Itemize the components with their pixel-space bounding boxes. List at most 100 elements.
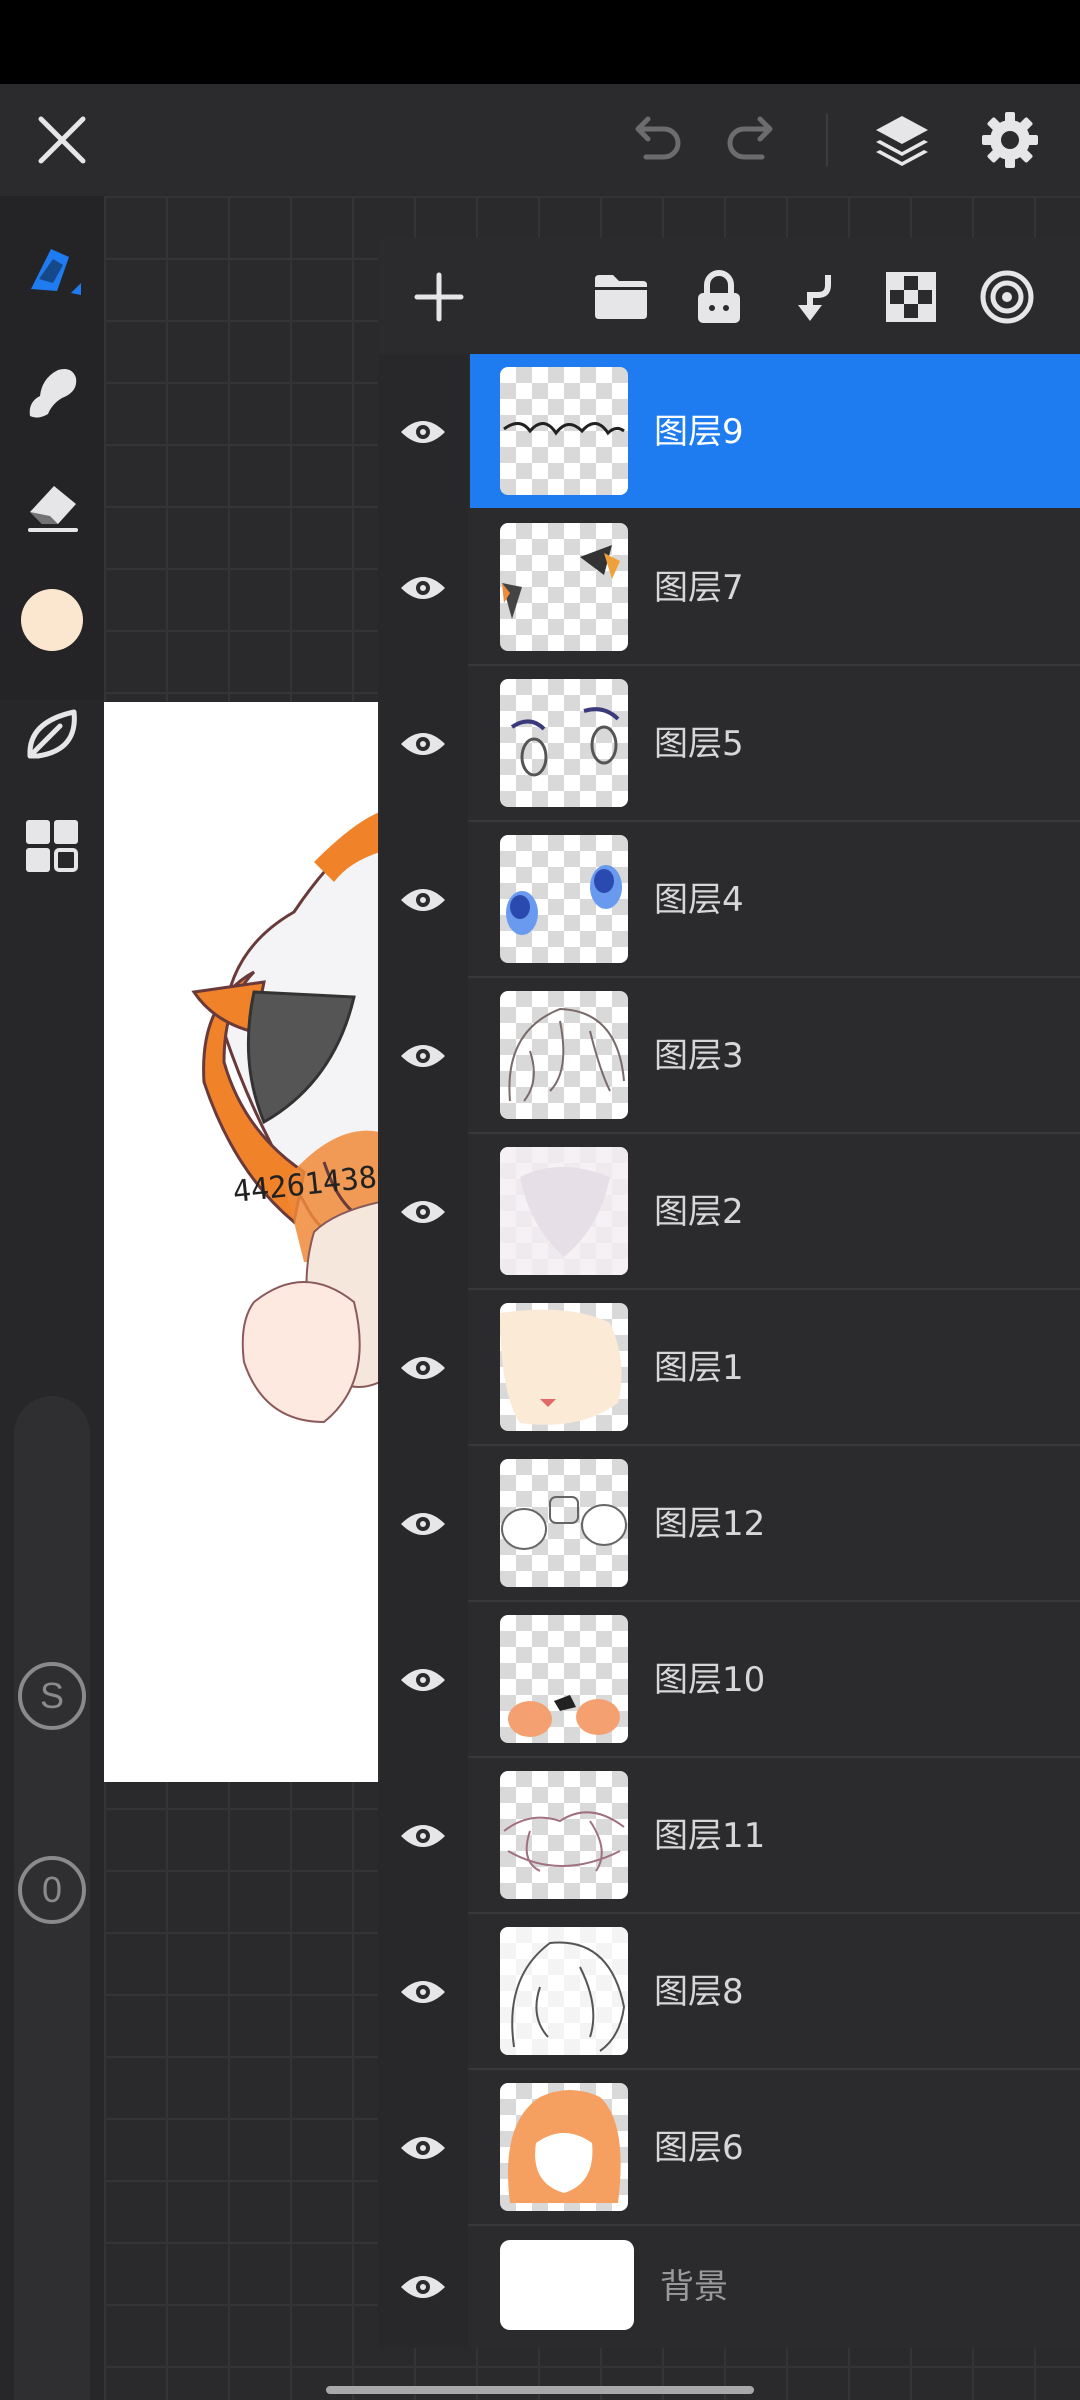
tool-rail: S 0 xyxy=(0,196,104,2400)
eye-icon xyxy=(401,1981,445,2003)
home-indicator[interactable] xyxy=(326,2386,754,2394)
thumb-sketch xyxy=(503,1811,625,1872)
gear-icon xyxy=(982,112,1038,168)
thumb-outline xyxy=(500,1927,628,2055)
eye-icon xyxy=(401,1357,445,1379)
folder-icon xyxy=(595,275,647,319)
current-color-swatch xyxy=(21,589,83,651)
layer-row[interactable]: 图层11 xyxy=(378,1758,1080,1914)
layer-name: 图层1 xyxy=(654,1348,744,1388)
brush-icon xyxy=(31,249,81,295)
eye-icon xyxy=(401,1513,445,1535)
layer-thumbnail xyxy=(500,835,628,963)
smudge-icon xyxy=(29,369,77,418)
merge-down-icon xyxy=(798,275,831,321)
brush-size-knob[interactable]: S xyxy=(18,1662,86,1730)
drawing-canvas[interactable]: 442614389 xyxy=(104,702,380,1782)
brush-tool[interactable] xyxy=(0,222,104,322)
close-button[interactable] xyxy=(12,84,112,196)
status-bar xyxy=(0,0,1080,84)
filter-tool[interactable] xyxy=(0,684,104,784)
eye-icon xyxy=(401,421,445,443)
layer-thumbnail xyxy=(500,523,628,651)
eye-icon xyxy=(401,1825,445,1847)
layer-thumbnail xyxy=(500,1147,628,1275)
merge-down-button[interactable] xyxy=(770,252,860,342)
layer-row[interactable]: 图层6 xyxy=(378,2070,1080,2226)
add-layer-button[interactable] xyxy=(394,252,484,342)
visibility-toggle[interactable] xyxy=(378,978,468,1134)
visibility-toggle[interactable] xyxy=(378,2070,468,2226)
thumb-hair-line xyxy=(508,1007,625,1102)
layer-row[interactable]: 图层12 xyxy=(378,1446,1080,1602)
layer-row[interactable]: 图层8 xyxy=(378,1914,1080,2070)
toolbar-separator xyxy=(826,114,828,166)
background-color-swatch[interactable] xyxy=(500,2240,634,2330)
background-layer-row[interactable]: 背景 xyxy=(378,2226,1080,2348)
layers-panel-header xyxy=(378,238,1080,354)
visibility-toggle[interactable] xyxy=(378,1290,468,1446)
layer-thumbnail xyxy=(500,1615,628,1743)
layers-button[interactable] xyxy=(852,84,952,196)
opacity-slider[interactable]: 0 xyxy=(14,1836,90,2400)
eye-icon xyxy=(401,1045,445,1067)
layer-row[interactable]: 图层1 xyxy=(378,1290,1080,1446)
checker-icon xyxy=(886,272,936,322)
layer-thumbnail xyxy=(500,1303,628,1431)
visibility-toggle[interactable] xyxy=(378,510,468,666)
eraser-tool[interactable] xyxy=(0,454,104,554)
layer-name: 背景 xyxy=(660,2267,728,2307)
add-group-button[interactable] xyxy=(576,252,666,342)
layer-name: 图层9 xyxy=(654,412,744,452)
thumb-paws-line xyxy=(501,1496,627,1550)
layer-row[interactable]: 图层10 xyxy=(378,1602,1080,1758)
radial-icon xyxy=(980,270,1034,324)
visibility-toggle[interactable] xyxy=(378,2226,468,2348)
layer-row[interactable]: 图层4 xyxy=(378,822,1080,978)
redo-icon xyxy=(727,116,773,160)
eye-icon xyxy=(401,733,445,755)
close-icon xyxy=(38,116,86,164)
add-icon xyxy=(414,272,464,322)
eye-icon xyxy=(401,577,445,599)
visibility-toggle[interactable] xyxy=(378,1914,468,2070)
layer-name: 图层12 xyxy=(654,1504,766,1544)
eye-icon xyxy=(401,1669,445,1691)
layer-name: 图层10 xyxy=(654,1660,766,1700)
layer-name: 图层7 xyxy=(654,568,744,608)
alpha-lock-button[interactable] xyxy=(866,252,956,342)
layer-row[interactable]: 图层9 xyxy=(378,354,1080,510)
undo-button[interactable] xyxy=(606,84,706,196)
settings-button[interactable] xyxy=(960,84,1060,196)
layer-thumbnail xyxy=(500,1459,628,1587)
thumb-eyes-blue xyxy=(506,865,622,935)
eye-icon xyxy=(401,889,445,911)
visibility-toggle[interactable] xyxy=(378,1134,468,1290)
layer-row[interactable]: 图层7 xyxy=(378,510,1080,666)
color-picker-button[interactable] xyxy=(0,570,104,670)
brush-size-label: S xyxy=(39,1675,64,1716)
redo-button[interactable] xyxy=(702,84,802,196)
thumb-skin xyxy=(500,1309,622,1425)
layer-thumbnail xyxy=(500,2083,628,2211)
layer-name: 图层8 xyxy=(654,1972,744,2012)
clipping-mask-button[interactable] xyxy=(962,252,1052,342)
layer-row[interactable]: 图层3 xyxy=(378,978,1080,1134)
grid-icon xyxy=(26,820,78,872)
smudge-tool[interactable] xyxy=(0,340,104,440)
visibility-toggle[interactable] xyxy=(378,666,468,822)
visibility-toggle[interactable] xyxy=(378,354,468,510)
lock-layer-button[interactable] xyxy=(674,252,764,342)
layer-row[interactable]: 图层2 xyxy=(378,1134,1080,1290)
visibility-toggle[interactable] xyxy=(378,1602,468,1758)
artwork: 442614389 xyxy=(191,812,380,1424)
visibility-toggle[interactable] xyxy=(378,1758,468,1914)
gallery-button[interactable] xyxy=(0,796,104,896)
visibility-toggle[interactable] xyxy=(378,1446,468,1602)
layer-thumbnail xyxy=(500,991,628,1119)
opacity-knob[interactable]: 0 xyxy=(18,1856,86,1924)
layer-row[interactable]: 图层5 xyxy=(378,666,1080,822)
thumb-eyes-line xyxy=(510,707,620,777)
visibility-toggle[interactable] xyxy=(378,822,468,978)
eye-icon xyxy=(401,2276,445,2298)
